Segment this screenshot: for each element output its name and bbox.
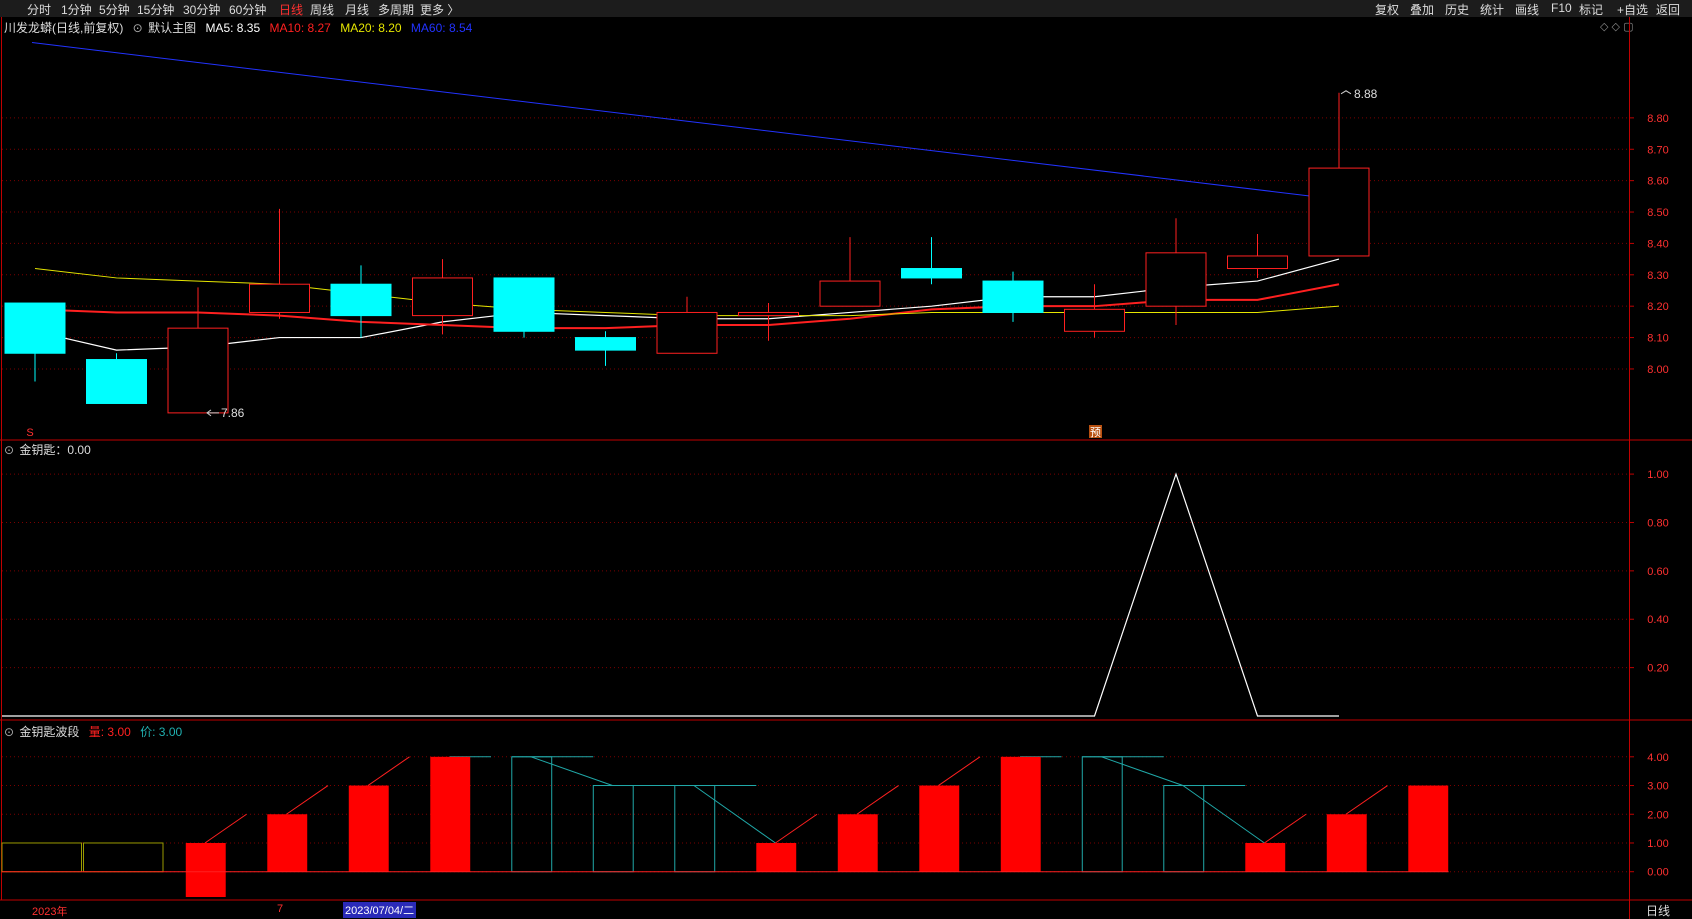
candle-down [330, 283, 392, 317]
candle-up [819, 280, 881, 307]
ind2-connector [204, 813, 247, 844]
ind2-connector [775, 813, 818, 844]
s-marker: S [26, 427, 33, 439]
ind2-connector [286, 785, 329, 815]
ind2-tick-label: 2.00 [1647, 809, 1668, 821]
ind2-bar-red [430, 756, 471, 872]
candle-up [738, 311, 799, 317]
ind2-bar-hollow [592, 785, 634, 873]
ind2-bar-red [1245, 842, 1286, 872]
main-tick-label: 8.50 [1647, 207, 1668, 219]
ind2-connector [530, 756, 613, 786]
ind1-tick-label: 0.40 [1647, 614, 1668, 626]
candle-up [412, 277, 473, 317]
main-tick-label: 8.70 [1647, 144, 1668, 156]
candle-down [901, 268, 962, 279]
ind1-tick-label: 1.00 [1647, 469, 1668, 481]
bottom-month: 7 [277, 903, 284, 915]
main-tick-label: 8.40 [1647, 238, 1668, 250]
candle-up [1308, 167, 1370, 257]
main-tick-label: 8.20 [1647, 301, 1668, 313]
ind2-tick-label: 4.00 [1647, 752, 1668, 764]
candle-down [4, 302, 66, 354]
yu-marker: 预 [1090, 426, 1101, 439]
ind1-tick-label: 0.20 [1647, 663, 1668, 675]
ind2-tick-label: 1.00 [1647, 838, 1668, 850]
candle-down [493, 277, 555, 332]
ind2-bar-red [185, 842, 226, 897]
ind2-connector [1182, 785, 1265, 844]
ind2-connector [938, 756, 981, 786]
ma-line-ma60 [31, 42, 1340, 200]
main-tick-label: 8.10 [1647, 333, 1668, 345]
crosshair-date: 2023/07/04/二 [343, 902, 417, 918]
ind1-line [2, 472, 1339, 717]
ind2-bar-red [348, 785, 389, 872]
ind1-tick-label: 0.60 [1647, 566, 1668, 578]
candle-up [656, 311, 718, 354]
ind2-bar-red [267, 814, 308, 872]
ind1-tick-label: 0.80 [1647, 517, 1668, 529]
high-arrow [1340, 90, 1352, 95]
ind2-bar-olive [83, 842, 164, 873]
ind2-bar-red [1000, 756, 1041, 872]
ind2-bar-hollow [674, 785, 716, 873]
ind2-bar-red [1408, 785, 1449, 872]
ind2-bar-red [919, 785, 960, 872]
candle-up [167, 327, 229, 414]
kline-chart[interactable]: 8.80 8.70 8.60 8.50 8.40 8.30 8.20 8.10 8.00 8.88… [0, 0, 1692, 919]
high-label: 8.88 [1354, 87, 1378, 101]
main-tick-label: 8.80 [1647, 113, 1668, 125]
ind2-bar-olive [1, 842, 82, 873]
period-label: 日线 [1646, 904, 1671, 918]
candle-up [249, 283, 310, 313]
ind2-bar-red [1326, 814, 1367, 872]
ind2-bar-hollow [1163, 785, 1205, 873]
candle-up [1064, 308, 1125, 332]
low-label: 7.86 [221, 406, 245, 420]
ind2-connector [367, 756, 410, 786]
ind2-bar-red [756, 842, 797, 872]
candle-down [982, 280, 1044, 313]
ind2-connector [1264, 813, 1307, 844]
ind2-bar-hollow [511, 756, 553, 873]
candle-up [1145, 252, 1207, 307]
main-tick-label: 8.60 [1647, 176, 1668, 188]
candle-up [1227, 255, 1288, 270]
ind2-tick-label: 0.00 [1647, 867, 1668, 879]
ind2-connector [856, 785, 899, 815]
candle-down [86, 359, 147, 404]
ind2-connector [1101, 756, 1184, 786]
ind2-tick-label: 3.00 [1647, 781, 1668, 793]
main-tick-label: 8.30 [1647, 270, 1668, 282]
ind2-connector [1345, 785, 1388, 815]
main-tick-label: 8.00 [1647, 364, 1668, 376]
ind2-bar-red [837, 814, 878, 872]
bottom-year: 2023年 [32, 906, 68, 918]
candle-down [575, 337, 636, 351]
